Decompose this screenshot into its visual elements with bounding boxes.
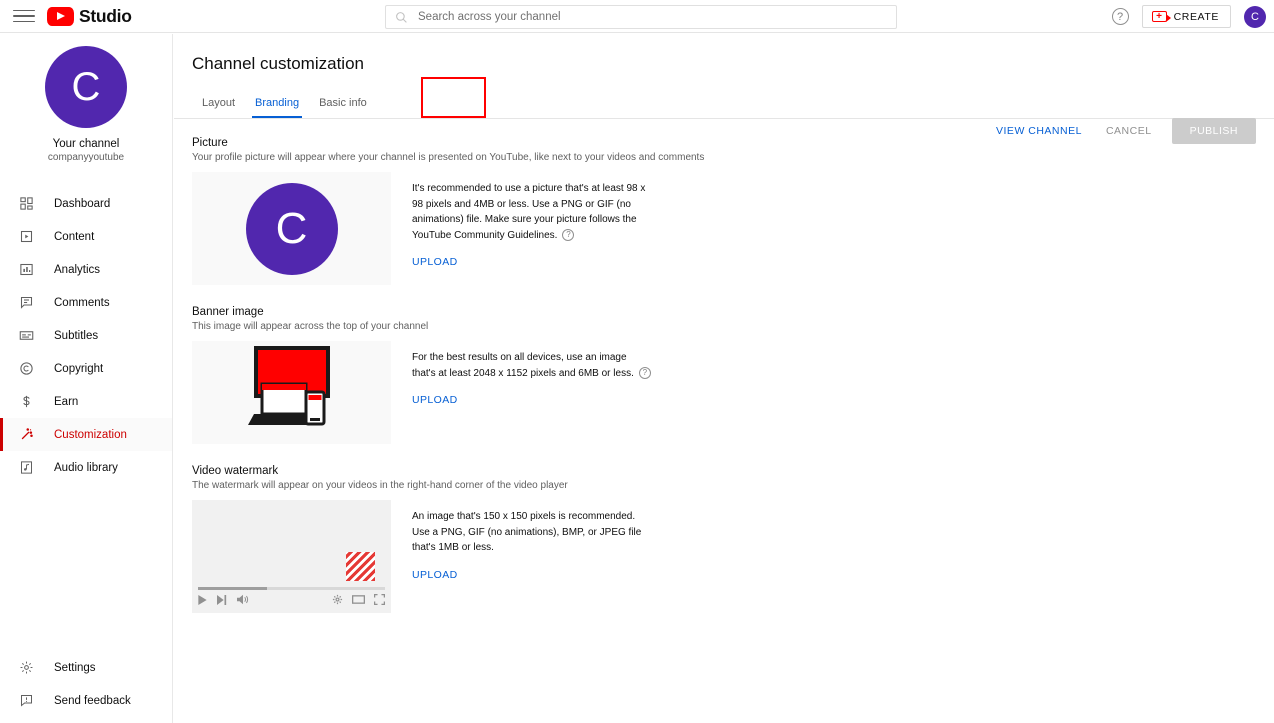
section-subtitle: Your profile picture will appear where y… (192, 152, 705, 163)
action-buttons: VIEW CHANNEL CANCEL PUBLISH (984, 118, 1256, 144)
banner-upload-button[interactable]: UPLOAD (412, 394, 652, 406)
channel-block: C Your channel companyyoutube (0, 34, 172, 163)
studio-brand[interactable]: Studio (47, 6, 132, 27)
channel-avatar: C (45, 46, 127, 128)
sidebar-item-send-feedback[interactable]: Send feedback (0, 684, 173, 717)
fullscreen-icon[interactable] (374, 592, 385, 610)
profile-picture-avatar: C (245, 182, 338, 275)
sidebar-item-dashboard[interactable]: Dashboard (0, 187, 172, 220)
devices-illustration-icon (247, 345, 330, 425)
play-icon[interactable] (198, 592, 207, 610)
sidebar-item-label: Analytics (54, 263, 101, 276)
section-title: Banner image (192, 306, 264, 318)
top-bar: Studio ? + CREATE C (0, 0, 1274, 33)
channel-handle: companyyoutube (47, 152, 125, 163)
analytics-icon (17, 260, 36, 279)
sidebar-bottom-nav: Settings Send feedback (0, 651, 173, 717)
annotation-highlight-box (421, 77, 486, 118)
sidebar-item-subtitles[interactable]: Subtitles (0, 319, 172, 352)
sidebar-item-label: Settings (54, 661, 96, 674)
help-icon[interactable]: ? (638, 366, 651, 379)
watermark-info-text: An image that's 150 x 150 pixels is reco… (412, 511, 642, 553)
watermark-preview[interactable] (192, 500, 391, 613)
sidebar: C Your channel companyyoutube Dashboard … (0, 34, 173, 723)
search-bar[interactable] (385, 5, 897, 29)
player-controls (198, 593, 385, 609)
watermark-upload-button[interactable]: UPLOAD (412, 569, 652, 581)
hamburger-icon[interactable] (13, 5, 35, 27)
section-title: Video watermark (192, 465, 279, 477)
next-track-icon[interactable] (217, 592, 227, 610)
sidebar-item-label: Copyright (54, 362, 104, 375)
sidebar-item-customization[interactable]: Customization (0, 418, 172, 451)
picture-info-text: It's recommended to use a picture that's… (412, 183, 646, 241)
feedback-icon (17, 691, 36, 710)
tab-layout[interactable]: Layout (192, 97, 245, 118)
section-banner-image: Banner image This image will appear acro… (192, 306, 1274, 444)
player-progress-fill (198, 587, 268, 590)
sidebar-item-label: Dashboard (54, 197, 111, 210)
player-progress-track[interactable] (198, 587, 385, 590)
cancel-button[interactable]: CANCEL (1094, 118, 1164, 144)
subtitles-icon (17, 326, 36, 345)
dollar-icon (17, 392, 36, 411)
tab-branding[interactable]: Branding (245, 97, 309, 118)
publish-button[interactable]: PUBLISH (1171, 118, 1256, 144)
sidebar-item-label: Audio library (54, 461, 118, 474)
sidebar-item-audio-library[interactable]: Audio library (0, 451, 172, 484)
volume-icon[interactable] (237, 592, 249, 610)
help-icon[interactable]: ? (562, 228, 575, 241)
picture-upload-button[interactable]: UPLOAD (412, 256, 652, 268)
plus-glyph: + (1156, 10, 1162, 22)
banner-preview[interactable] (192, 341, 391, 444)
sidebar-item-content[interactable]: Content (0, 220, 172, 253)
page-title: Channel customization (192, 54, 364, 73)
picture-preview[interactable]: C (192, 172, 391, 285)
youtube-logo-icon (47, 6, 74, 26)
search-icon (395, 11, 408, 24)
sidebar-item-earn[interactable]: Earn (0, 385, 172, 418)
sidebar-item-copyright[interactable]: Copyright (0, 352, 172, 385)
copyright-icon (17, 359, 36, 378)
brand-label: Studio (79, 5, 132, 26)
sidebar-item-analytics[interactable]: Analytics (0, 253, 172, 286)
sidebar-item-comments[interactable]: Comments (0, 286, 172, 319)
gear-icon (17, 658, 36, 677)
content-icon (17, 227, 36, 246)
search-input[interactable] (418, 11, 896, 23)
music-note-icon (17, 458, 36, 477)
sidebar-item-label: Comments (54, 296, 110, 309)
tab-basic-info[interactable]: Basic info (309, 97, 377, 118)
settings-gear-icon[interactable] (332, 592, 343, 610)
dashboard-icon (17, 194, 36, 213)
video-camera-plus-icon: + (1151, 10, 1171, 22)
main-content: Channel customization Layout Branding Ba… (174, 34, 1274, 723)
sidebar-item-settings[interactable]: Settings (0, 651, 173, 684)
avatar[interactable]: C (1244, 5, 1266, 28)
sidebar-item-label: Customization (54, 428, 127, 441)
section-picture: Picture Your profile picture will appear… (192, 137, 1274, 285)
comments-icon (17, 293, 36, 312)
help-icon[interactable]: ? (1111, 8, 1129, 25)
view-channel-button[interactable]: VIEW CHANNEL (984, 118, 1094, 144)
theater-mode-icon[interactable] (352, 592, 365, 610)
watermark-placeholder-icon (346, 552, 375, 581)
create-button[interactable]: + CREATE (1141, 5, 1231, 28)
tab-bar: Layout Branding Basic info (174, 77, 1274, 119)
sidebar-item-label: Send feedback (54, 694, 131, 707)
sidebar-item-label: Earn (54, 395, 79, 408)
channel-name: Your channel (52, 138, 120, 150)
sidebar-nav: Dashboard Content Analytics Comments Sub… (0, 187, 172, 484)
section-video-watermark: Video watermark The watermark will appea… (192, 465, 1274, 613)
section-subtitle: This image will appear across the top of… (192, 321, 429, 332)
magic-wand-icon (17, 425, 36, 444)
top-right-controls: ? + CREATE C (1111, 0, 1266, 33)
banner-info-text: For the best results on all devices, use… (412, 350, 652, 381)
section-subtitle: The watermark will appear on your videos… (192, 480, 568, 491)
branding-sections: Picture Your profile picture will appear… (174, 119, 1274, 613)
create-button-label: CREATE (1173, 10, 1219, 23)
sidebar-item-label: Subtitles (54, 329, 99, 342)
sidebar-item-label: Content (54, 230, 95, 243)
